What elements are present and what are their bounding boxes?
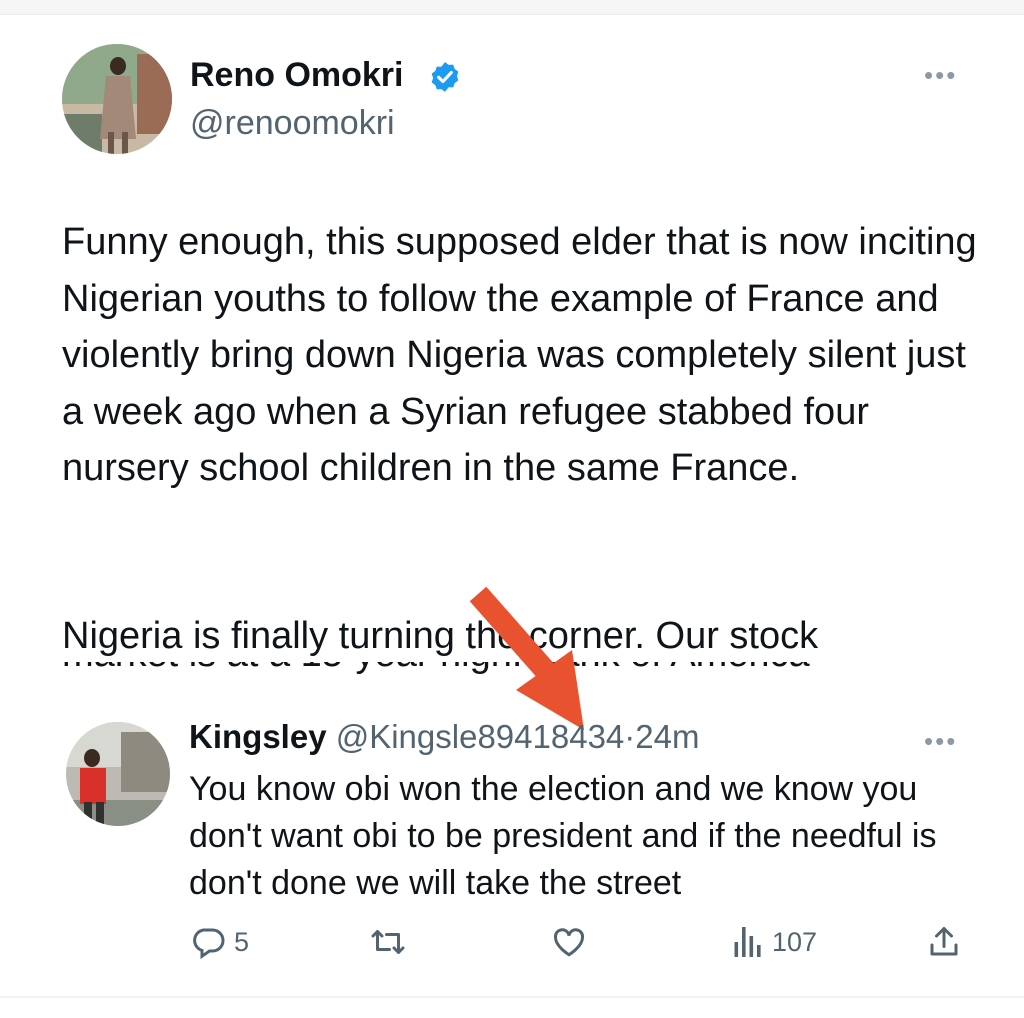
share-button[interactable] (926, 924, 962, 960)
reply-header: Kingsley @Kingsle89418434·24m (189, 718, 699, 756)
reply-text: You know obi won the election and we kno… (189, 770, 937, 902)
reply-icon (190, 924, 226, 960)
top-edge (0, 0, 1024, 15)
tweet-paragraph-1: Funny enough, this supposed elder that i… (62, 221, 977, 489)
separator-dot: · (624, 718, 636, 755)
author-avatar[interactable] (62, 44, 172, 154)
reply-count: 5 (234, 926, 250, 957)
more-icon[interactable]: ••• (924, 728, 957, 754)
reply-avatar[interactable] (66, 722, 170, 826)
reply-author-handle[interactable]: @Kingsle89418434 (336, 718, 625, 755)
reply-button[interactable]: 5 (190, 924, 249, 960)
like-button[interactable] (550, 924, 588, 960)
action-bar: 5 107 (0, 924, 1024, 968)
retweet-button[interactable] (368, 924, 408, 960)
views-button[interactable]: 107 (732, 924, 817, 960)
more-icon[interactable]: ••• (924, 62, 957, 88)
author-name[interactable]: Reno Omokri (190, 56, 403, 95)
reply-author-name[interactable]: Kingsley (189, 718, 327, 755)
retweet-icon (368, 924, 408, 960)
views-count: 107 (772, 926, 818, 957)
views-icon (732, 924, 764, 960)
divider (0, 996, 1024, 998)
reply-timestamp[interactable]: 24m (635, 718, 699, 755)
share-icon (926, 924, 962, 960)
like-icon (550, 924, 588, 960)
author-handle[interactable]: @renoomokri (190, 104, 395, 143)
verified-badge-icon (428, 60, 462, 99)
red-arrow-annotation (469, 586, 584, 730)
